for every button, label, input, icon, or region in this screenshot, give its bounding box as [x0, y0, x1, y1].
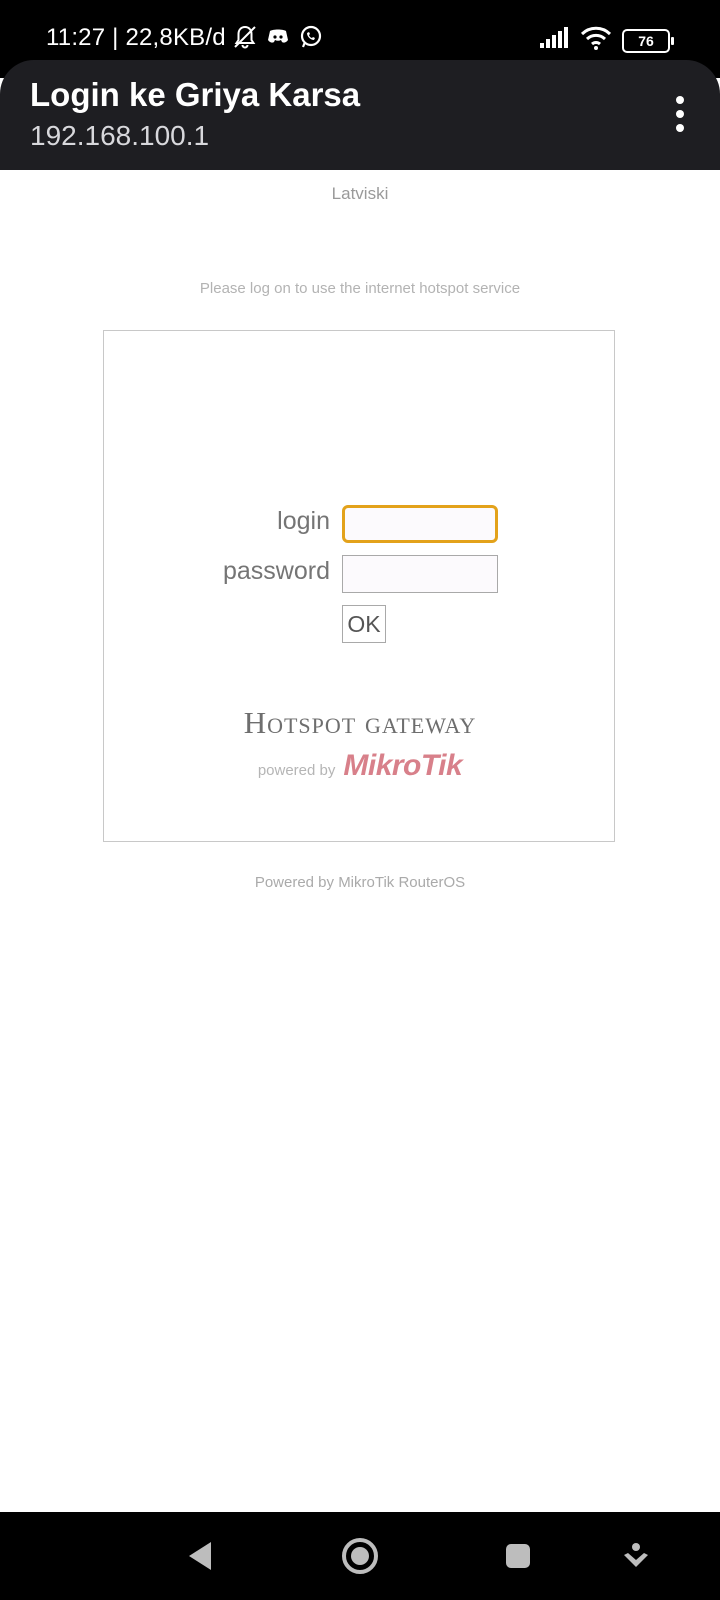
- assistant-icon[interactable]: [606, 1512, 666, 1600]
- navigation-bar: [0, 1512, 720, 1600]
- login-box: login password OK Hotspot gateway powere…: [103, 330, 615, 842]
- app-bar: Login ke Griya Karsa 192.168.100.1: [0, 60, 720, 170]
- ok-button[interactable]: OK: [342, 605, 386, 643]
- system-icons: 76: [538, 26, 674, 55]
- notification-icons: [232, 24, 324, 55]
- login-label: login: [277, 507, 330, 535]
- wifi-icon: [580, 26, 612, 55]
- hotspot-gateway-logo: Hotspot gateway: [243, 705, 477, 740]
- footer-text: Powered by MikroTik RouterOS: [254, 874, 466, 891]
- recents-icon[interactable]: [488, 1512, 548, 1600]
- login-input[interactable]: [342, 505, 498, 543]
- battery-icon: 76: [622, 28, 674, 53]
- mikrotik-brand: MikroTik: [343, 749, 463, 782]
- hotspot-notice: Please log on to use the internet hotspo…: [199, 280, 521, 297]
- more-vert-icon[interactable]: [676, 96, 684, 132]
- powered-by-text: powered by: [257, 762, 336, 779]
- status-time: 11:27 | 22,8KB/d: [46, 24, 226, 51]
- bell-off-icon: [232, 24, 258, 55]
- discord-icon: [266, 25, 290, 54]
- back-icon[interactable]: [170, 1512, 230, 1600]
- password-label: password: [223, 557, 330, 585]
- page-title: Login ke Griya Karsa: [30, 76, 361, 113]
- signal-icon: [538, 27, 570, 54]
- password-input[interactable]: [342, 555, 498, 593]
- mikrotik-logo: powered by MikroTik: [104, 749, 616, 783]
- language-link[interactable]: Latviski: [0, 184, 720, 204]
- page-url: 192.168.100.1: [30, 120, 210, 151]
- home-icon[interactable]: [330, 1512, 390, 1600]
- whatsapp-icon: [298, 24, 324, 55]
